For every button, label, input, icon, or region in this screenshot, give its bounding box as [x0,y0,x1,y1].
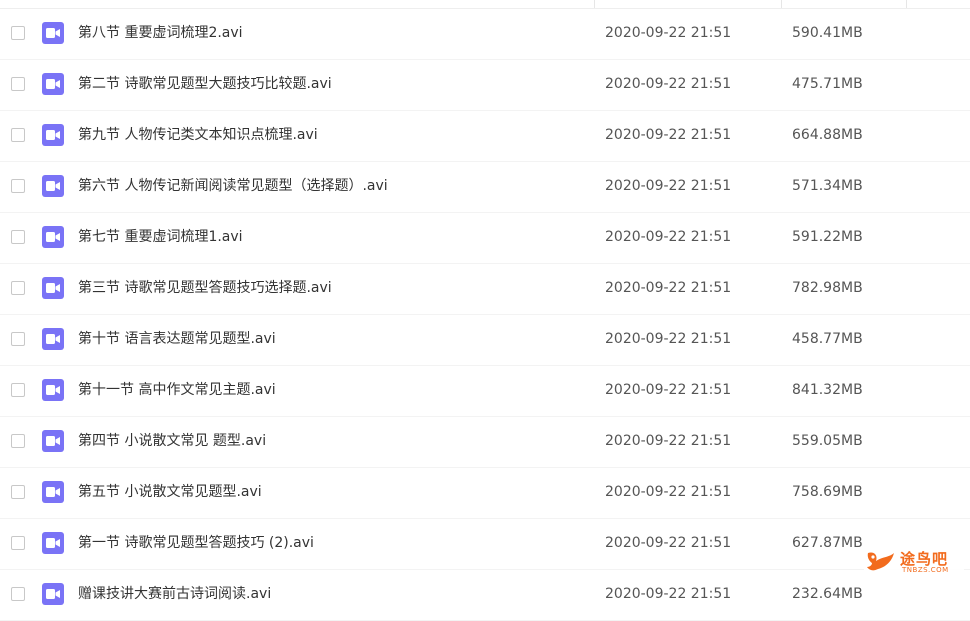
video-file-icon [42,430,64,452]
file-row[interactable]: 第十一节 高中作文常见主题.avi 2020-09-22 21:51 841.3… [0,366,970,417]
column-divider[interactable] [906,0,907,8]
file-modified-date: 2020-09-22 21:51 [605,586,732,602]
file-name[interactable]: 第十一节 高中作文常见主题.avi [78,381,276,399]
file-row[interactable]: 第一节 诗歌常见题型答题技巧 (2).avi 2020-09-22 21:51 … [0,519,970,570]
file-size: 232.64MB [792,586,863,602]
video-file-icon [42,22,64,44]
file-size: 841.32MB [792,382,863,398]
file-name[interactable]: 第五节 小说散文常见题型.avi [78,483,262,501]
file-row[interactable]: 第八节 重要虚词梳理2.avi 2020-09-22 21:51 590.41M… [0,9,970,60]
video-file-icon [42,481,64,503]
column-divider[interactable] [781,0,782,8]
row-checkbox[interactable] [11,26,25,40]
row-checkbox[interactable] [11,434,25,448]
file-modified-date: 2020-09-22 21:51 [605,382,732,398]
file-size: 664.88MB [792,127,863,143]
row-checkbox[interactable] [11,179,25,193]
video-file-icon [42,328,64,350]
file-modified-date: 2020-09-22 21:51 [605,25,732,41]
file-list: 第八节 重要虚词梳理2.avi 2020-09-22 21:51 590.41M… [0,9,970,621]
file-modified-date: 2020-09-22 21:51 [605,280,732,296]
file-modified-date: 2020-09-22 21:51 [605,76,732,92]
file-row[interactable]: 第十节 语言表达题常见题型.avi 2020-09-22 21:51 458.7… [0,315,970,366]
row-checkbox[interactable] [11,332,25,346]
row-checkbox[interactable] [11,77,25,91]
file-modified-date: 2020-09-22 21:51 [605,178,732,194]
row-checkbox[interactable] [11,536,25,550]
row-checkbox[interactable] [11,587,25,601]
watermark-subtext: TNBZS.COM [902,566,949,574]
bird-logo-icon [867,552,894,571]
row-checkbox[interactable] [11,128,25,142]
file-name[interactable]: 第八节 重要虚词梳理2.avi [78,24,243,42]
file-size: 758.69MB [792,484,863,500]
file-name[interactable]: 第十节 语言表达题常见题型.avi [78,330,276,348]
file-size: 591.22MB [792,229,863,245]
column-header-strip [0,0,970,9]
video-file-icon [42,532,64,554]
file-name[interactable]: 第九节 人物传记类文本知识点梳理.avi [78,126,318,144]
file-size: 782.98MB [792,280,863,296]
file-size: 458.77MB [792,331,863,347]
file-modified-date: 2020-09-22 21:51 [605,331,732,347]
row-checkbox[interactable] [11,230,25,244]
video-file-icon [42,175,64,197]
file-name[interactable]: 赠课技讲大赛前古诗词阅读.avi [78,585,271,603]
file-modified-date: 2020-09-22 21:51 [605,229,732,245]
file-row[interactable]: 第七节 重要虚词梳理1.avi 2020-09-22 21:51 591.22M… [0,213,970,264]
file-name[interactable]: 第七节 重要虚词梳理1.avi [78,228,243,246]
file-row[interactable]: 第三节 诗歌常见题型答题技巧选择题.avi 2020-09-22 21:51 7… [0,264,970,315]
file-row[interactable]: 第四节 小说散文常见 题型.avi 2020-09-22 21:51 559.0… [0,417,970,468]
file-name[interactable]: 第一节 诗歌常见题型答题技巧 (2).avi [78,534,314,552]
file-name[interactable]: 第六节 人物传记新闻阅读常见题型（选择题）.avi [78,177,388,195]
file-name[interactable]: 第二节 诗歌常见题型大题技巧比较题.avi [78,75,332,93]
file-row[interactable]: 第五节 小说散文常见题型.avi 2020-09-22 21:51 758.69… [0,468,970,519]
video-file-icon [42,73,64,95]
file-row[interactable]: 第六节 人物传记新闻阅读常见题型（选择题）.avi 2020-09-22 21:… [0,162,970,213]
file-modified-date: 2020-09-22 21:51 [605,433,732,449]
row-checkbox[interactable] [11,485,25,499]
video-file-icon [42,277,64,299]
site-watermark: 途鸟吧 TNBZS.COM [864,547,964,577]
row-checkbox[interactable] [11,281,25,295]
file-size: 627.87MB [792,535,863,551]
file-name[interactable]: 第三节 诗歌常见题型答题技巧选择题.avi [78,279,332,297]
file-row[interactable]: 赠课技讲大赛前古诗词阅读.avi 2020-09-22 21:51 232.64… [0,570,970,621]
video-file-icon [42,226,64,248]
file-row[interactable]: 第九节 人物传记类文本知识点梳理.avi 2020-09-22 21:51 66… [0,111,970,162]
file-size: 571.34MB [792,178,863,194]
video-file-icon [42,583,64,605]
file-size: 475.71MB [792,76,863,92]
column-divider[interactable] [594,0,595,8]
file-modified-date: 2020-09-22 21:51 [605,484,732,500]
video-file-icon [42,124,64,146]
file-name[interactable]: 第四节 小说散文常见 题型.avi [78,432,266,450]
video-file-icon [42,379,64,401]
file-modified-date: 2020-09-22 21:51 [605,127,732,143]
file-size: 559.05MB [792,433,863,449]
file-row[interactable]: 第二节 诗歌常见题型大题技巧比较题.avi 2020-09-22 21:51 4… [0,60,970,111]
row-checkbox[interactable] [11,383,25,397]
file-size: 590.41MB [792,25,863,41]
file-modified-date: 2020-09-22 21:51 [605,535,732,551]
